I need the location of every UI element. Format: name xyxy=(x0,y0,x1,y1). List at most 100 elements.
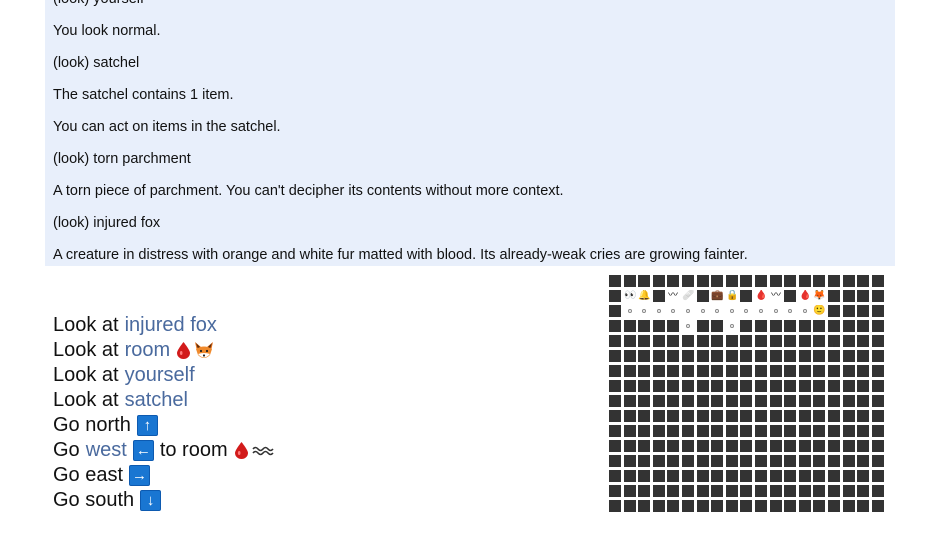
map-cell xyxy=(872,275,884,287)
map-cell xyxy=(697,440,709,452)
map-cell xyxy=(667,485,679,497)
map-cell xyxy=(872,395,884,407)
map-cell xyxy=(638,275,650,287)
action-look-yourself[interactable]: Look at yourself xyxy=(53,363,274,388)
action-go-south[interactable]: Go south ↓ xyxy=(53,488,274,513)
map-cell xyxy=(813,455,825,467)
map-cell xyxy=(697,290,709,302)
map-cell xyxy=(682,320,694,332)
map-cell xyxy=(828,395,840,407)
map-cell xyxy=(682,440,694,452)
map-cell xyxy=(624,275,636,287)
action-verb: Look at xyxy=(53,389,119,411)
map-cell xyxy=(770,410,782,422)
map-cell xyxy=(638,425,650,437)
map-cell xyxy=(609,455,621,467)
map-cell xyxy=(726,485,738,497)
action-target-link[interactable]: room xyxy=(125,338,171,363)
map-cell xyxy=(828,410,840,422)
map-cell xyxy=(843,485,855,497)
log-line: The satchel contains 1 item. xyxy=(53,87,234,103)
map-cell xyxy=(609,290,621,302)
map-cell xyxy=(755,365,767,377)
map-cell xyxy=(711,350,723,362)
map-cell xyxy=(697,500,709,512)
log-line: A torn piece of parchment. You can't dec… xyxy=(53,183,564,199)
arrow-left-icon[interactable]: ← xyxy=(132,440,154,461)
map-cell xyxy=(799,275,811,287)
map-cell xyxy=(843,410,855,422)
action-go-west[interactable]: Go west ← to room xyxy=(53,438,274,463)
action-target-link[interactable]: west xyxy=(86,438,127,463)
map-cell xyxy=(755,410,767,422)
map-cell xyxy=(711,320,723,332)
map-cell xyxy=(609,275,621,287)
map-cell xyxy=(609,305,621,317)
map-cell xyxy=(638,410,650,422)
map-cell xyxy=(740,440,752,452)
blood-drop-icon xyxy=(234,442,248,459)
map-cell xyxy=(843,440,855,452)
map-cell xyxy=(872,335,884,347)
map-cell xyxy=(653,380,665,392)
map-cell xyxy=(784,485,796,497)
map-cell xyxy=(740,485,752,497)
map-cell xyxy=(755,440,767,452)
map-cell xyxy=(828,440,840,452)
map-cell xyxy=(653,485,665,497)
map-cell xyxy=(638,470,650,482)
action-verb: Go north xyxy=(53,414,131,436)
map-cell xyxy=(799,410,811,422)
arrow-right-icon[interactable]: → xyxy=(129,465,151,486)
map-cell xyxy=(799,365,811,377)
map-cell xyxy=(857,380,869,392)
map-cell xyxy=(828,275,840,287)
action-look-satchel[interactable]: Look at satchel xyxy=(53,388,274,413)
map-cell xyxy=(828,425,840,437)
action-target-link[interactable]: satchel xyxy=(125,388,188,413)
map-cell xyxy=(667,425,679,437)
map-cell xyxy=(653,500,665,512)
map-cell xyxy=(755,485,767,497)
map-cell xyxy=(755,395,767,407)
action-go-east[interactable]: Go east → xyxy=(53,463,274,488)
action-go-north[interactable]: Go north ↑ xyxy=(53,413,274,438)
map-cell xyxy=(770,455,782,467)
map-cell xyxy=(770,335,782,347)
action-list: Look at injured fox Look at room Look at… xyxy=(53,313,274,513)
map-cell xyxy=(667,365,679,377)
map-item-icon: 💼 xyxy=(711,290,723,302)
map-cell xyxy=(843,320,855,332)
map-cell xyxy=(799,320,811,332)
map-cell xyxy=(740,425,752,437)
map-cell xyxy=(872,440,884,452)
map-cell xyxy=(828,470,840,482)
arrow-up-icon[interactable]: ↑ xyxy=(136,415,158,436)
map-cell xyxy=(799,485,811,497)
action-look-room[interactable]: Look at room xyxy=(53,338,274,363)
map-cell xyxy=(813,365,825,377)
action-look-injured-fox[interactable]: Look at injured fox xyxy=(53,313,274,338)
map-cell xyxy=(638,485,650,497)
log-line: A creature in distress with orange and w… xyxy=(53,247,748,263)
map-cell xyxy=(857,350,869,362)
map-cell xyxy=(872,455,884,467)
arrow-down-icon[interactable]: ↓ xyxy=(140,490,162,511)
map-cell xyxy=(726,380,738,392)
map-cell xyxy=(667,320,679,332)
map-cell xyxy=(828,305,840,317)
map-cell xyxy=(682,365,694,377)
map-cell xyxy=(711,335,723,347)
map-cell xyxy=(682,500,694,512)
map-cell xyxy=(784,305,796,317)
action-target-link[interactable]: injured fox xyxy=(125,313,217,338)
action-target-link[interactable]: yourself xyxy=(125,363,195,388)
map-cell xyxy=(813,380,825,392)
map-cell xyxy=(755,380,767,392)
map-cell xyxy=(682,470,694,482)
map-cell xyxy=(784,425,796,437)
action-verb: Go south xyxy=(53,489,135,511)
map-cell xyxy=(624,410,636,422)
map-cell xyxy=(667,275,679,287)
map-cell xyxy=(667,335,679,347)
